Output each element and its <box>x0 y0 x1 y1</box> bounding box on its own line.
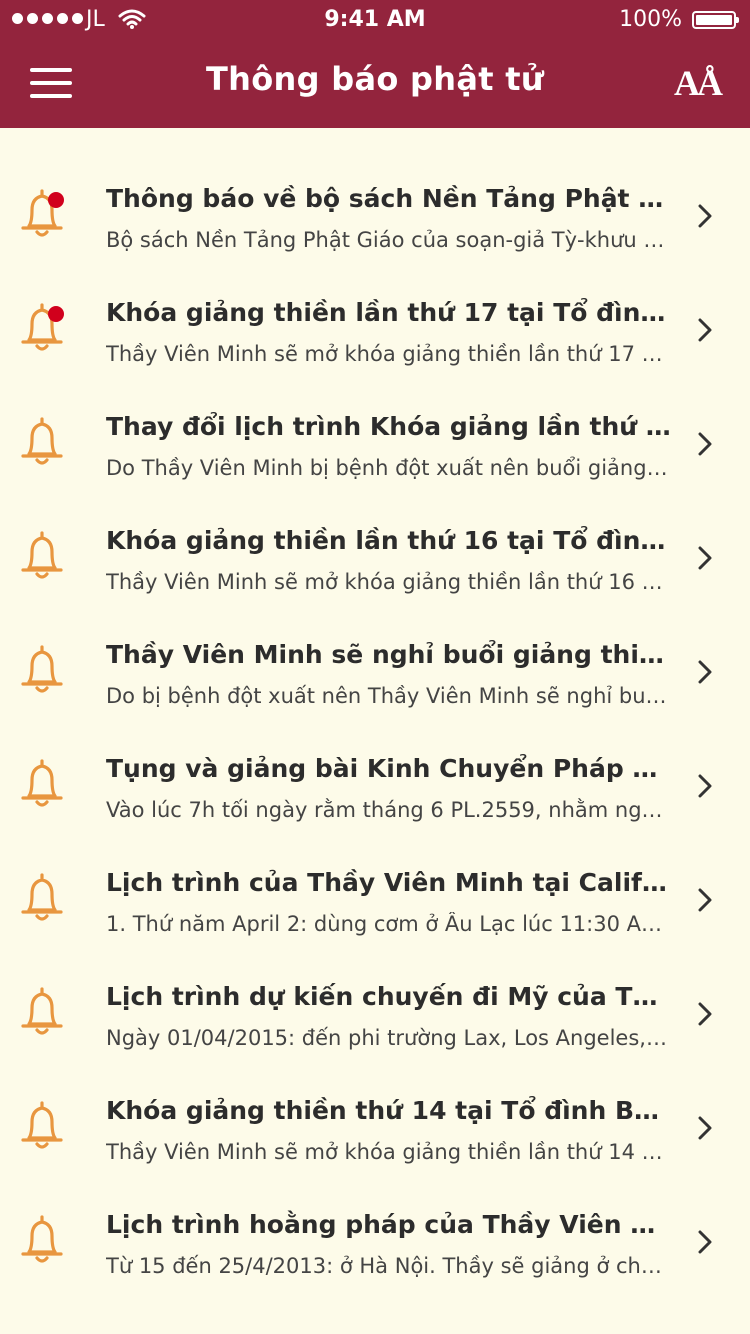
chevron-right-icon <box>697 774 713 798</box>
notification-preview: Do bị bệnh đột xuất nên Thầy Viên Minh s… <box>106 684 671 708</box>
bell-icon <box>18 986 66 1038</box>
chevron-right-icon <box>697 432 713 456</box>
notification-title: Thầy Viên Minh sẽ nghỉ buổi giảng thiền … <box>106 640 671 669</box>
bell-icon <box>18 758 66 810</box>
bell-icon <box>18 1100 66 1152</box>
notification-list: Thông báo về bộ sách Nền Tảng Phật Giáo … <box>0 128 750 1296</box>
battery-percent: 100% <box>619 7 682 32</box>
notification-title: Thay đổi lịch trình Khóa giảng lần thứ 1… <box>106 412 671 441</box>
notification-item[interactable]: Thông báo về bộ sách Nền Tảng Phật Giáo … <box>0 156 750 270</box>
chevron-right-icon <box>697 204 713 228</box>
notification-preview: 1. Thứ năm April 2: dùng cơm ở Âu Lạc lú… <box>106 912 671 936</box>
chevron-right-icon <box>697 888 713 912</box>
notification-preview: Vào lúc 7h tối ngày rằm tháng 6 PL.2559,… <box>106 798 671 822</box>
notification-title: Lịch trình dự kiến chuyến đi Mỹ của Thầy… <box>106 982 671 1011</box>
notification-title: Khóa giảng thiền lần thứ 16 tại Tổ đình … <box>106 526 671 555</box>
bell-icon <box>18 872 66 924</box>
unread-dot <box>48 306 64 322</box>
header: JL 9:41 AM 100% Thông báo phật tử AÅ <box>0 0 750 128</box>
bell-icon <box>18 1214 66 1266</box>
chevron-right-icon <box>697 318 713 342</box>
notification-title: Tụng và giảng bài Kinh Chuyển Pháp Luân … <box>106 754 671 783</box>
notification-title: Thông báo về bộ sách Nền Tảng Phật Giáo … <box>106 184 671 213</box>
chevron-right-icon <box>697 1002 713 1026</box>
chevron-right-icon <box>697 1230 713 1254</box>
chevron-right-icon <box>697 1116 713 1140</box>
notification-preview: Thầy Viên Minh sẽ mở khóa giảng thiền lầ… <box>106 570 671 594</box>
notification-title: Khóa giảng thiền thứ 14 tại Tổ đình Bửu … <box>106 1096 671 1125</box>
font-size-button[interactable]: AÅ <box>674 62 723 104</box>
notification-preview: Thầy Viên Minh sẽ mở khóa giảng thiền lầ… <box>106 1140 671 1164</box>
notification-title: Lịch trình hoằng pháp của Thầy Viên Minh… <box>106 1210 671 1239</box>
unread-dot <box>48 192 64 208</box>
notification-preview: Ngày 01/04/2015: đến phi trường Lax, Los… <box>106 1026 671 1050</box>
status-bar: JL 9:41 AM 100% <box>0 0 750 40</box>
notification-preview: Thầy Viên Minh sẽ mở khóa giảng thiền lầ… <box>106 342 671 366</box>
notification-preview: Bộ sách Nền Tảng Phật Giáo của soạn-giả … <box>106 228 671 252</box>
notification-item[interactable]: Lịch trình dự kiến chuyến đi Mỹ của Thầy… <box>0 954 750 1068</box>
notification-item[interactable]: Thay đổi lịch trình Khóa giảng lần thứ 1… <box>0 384 750 498</box>
notification-preview: Do Thầy Viên Minh bị bệnh đột xuất nên b… <box>106 456 671 480</box>
notification-item[interactable]: Tụng và giảng bài Kinh Chuyển Pháp Luân … <box>0 726 750 840</box>
notification-preview: Từ 15 đến 25/4/2013: ở Hà Nội. Thầy sẽ g… <box>106 1254 671 1278</box>
notification-item[interactable]: Khóa giảng thiền lần thứ 16 tại Tổ đình … <box>0 498 750 612</box>
page-title: Thông báo phật tử <box>206 60 544 98</box>
nav-bar: Thông báo phật tử AÅ <box>0 40 750 128</box>
notification-item[interactable]: Lịch trình của Thầy Viên Minh tại Califo… <box>0 840 750 954</box>
notification-item[interactable]: Khóa giảng thiền thứ 14 tại Tổ đình Bửu … <box>0 1068 750 1182</box>
notification-item[interactable]: Khóa giảng thiền lần thứ 17 tại Tổ đình … <box>0 270 750 384</box>
bell-icon <box>18 644 66 696</box>
chevron-right-icon <box>697 546 713 570</box>
bell-icon <box>18 416 66 468</box>
battery-icon <box>692 11 739 29</box>
notification-item[interactable]: Lịch trình hoằng pháp của Thầy Viên Minh… <box>0 1182 750 1296</box>
chevron-right-icon <box>697 660 713 684</box>
notification-item[interactable]: Thầy Viên Minh sẽ nghỉ buổi giảng thiền … <box>0 612 750 726</box>
notification-title: Khóa giảng thiền lần thứ 17 tại Tổ đình … <box>106 298 671 327</box>
bell-icon <box>18 530 66 582</box>
notification-title: Lịch trình của Thầy Viên Minh tại Califo… <box>106 868 671 897</box>
